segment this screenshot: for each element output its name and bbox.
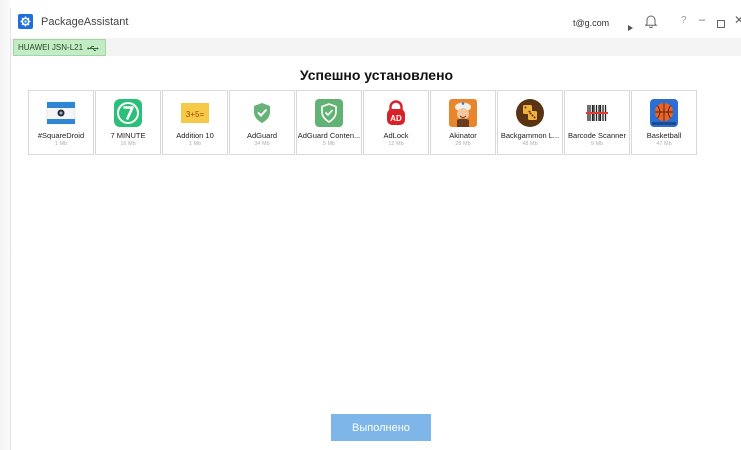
app-name: Barcode Scanner — [568, 131, 626, 140]
genie-icon — [448, 98, 478, 128]
app-name: Basketball — [646, 131, 682, 140]
gear-icon — [18, 14, 33, 29]
title-bar: PackageAssistant t@g.com ? – ✕ — [11, 8, 741, 38]
squaredroid-icon — [46, 98, 76, 128]
app-tile-akinator[interactable]: Akinator 28 Mb — [430, 90, 496, 155]
app-size: 47 Mb — [656, 141, 672, 147]
app-tile-addition-10[interactable]: 3+5= Addition 10 1 Mb — [162, 90, 228, 155]
app-name: AdLock — [383, 131, 409, 140]
app-tile-adlock[interactable]: AD AdLock 12 Mb — [363, 90, 429, 155]
app-name: AdGuard — [246, 131, 278, 140]
minimize-icon[interactable]: – — [699, 14, 705, 26]
device-name: HUAWEI JSN-L21 — [18, 43, 84, 52]
app-name: Backgammon L... — [500, 131, 560, 140]
app-name: 7 MINUTE — [110, 131, 146, 140]
app-tile-barcode-scanner[interactable]: Barcode Scanner 9 Mb — [564, 90, 630, 155]
bell-icon[interactable] — [644, 14, 658, 33]
padlock-icon: AD — [381, 98, 411, 128]
app-tile-adguard-content[interactable]: AdGuard Conten... 5 Mb — [296, 90, 362, 155]
app-name: #SquareDroid — [37, 131, 85, 140]
app-size: 16 Mb — [120, 141, 136, 147]
app-size: 28 Mb — [455, 141, 471, 147]
device-bar: HUAWEI JSN-L21 — [11, 38, 741, 56]
app-tile-basketball[interactable]: Basketball 47 Mb — [631, 90, 697, 155]
app-name: Akinator — [449, 131, 477, 140]
svg-text:AD: AD — [390, 114, 402, 123]
app-window: PackageAssistant t@g.com ? – ✕ HUAWEI JS… — [10, 8, 741, 450]
app-size: 12 Mb — [388, 141, 404, 147]
done-button[interactable]: Выполнено — [331, 414, 431, 441]
barcode-icon — [582, 98, 612, 128]
device-chip[interactable]: HUAWEI JSN-L21 — [13, 39, 107, 57]
app-tile-7-minute[interactable]: 7 MINUTE 16 Mb — [95, 90, 161, 155]
basketball-icon — [649, 98, 679, 128]
app-size: 1 Mb — [54, 141, 68, 147]
dice-icon — [515, 98, 545, 128]
dropdown-triangle-icon[interactable] — [628, 18, 633, 36]
app-size: 5 Mb — [322, 141, 336, 147]
app-tile-backgammon[interactable]: Backgammon L... 48 Mb — [497, 90, 563, 155]
shield-outline-icon — [314, 98, 344, 128]
seven-minute-icon — [113, 98, 143, 128]
app-title: PackageAssistant — [41, 16, 129, 28]
app-name: Addition 10 — [176, 131, 214, 140]
help-icon[interactable]: ? — [681, 15, 687, 26]
usb-icon — [87, 39, 99, 57]
svg-text:3+5=: 3+5= — [186, 110, 205, 119]
window-shadow — [0, 0, 10, 450]
app-grid: #SquareDroid 1 Mb 7 MINUTE 16 Mb 3+5= Ad… — [28, 90, 697, 155]
app-name: AdGuard Conten... — [297, 131, 361, 140]
close-icon[interactable]: ✕ — [734, 13, 741, 27]
page-title: Успешно установлено — [299, 67, 454, 83]
account-email[interactable]: t@g.com — [573, 18, 609, 28]
maximize-icon[interactable] — [717, 15, 725, 33]
app-size: 34 Mb — [254, 141, 270, 147]
app-size: 48 Mb — [522, 141, 538, 147]
app-size: 1 Mb — [188, 141, 202, 147]
app-size: 9 Mb — [590, 141, 604, 147]
shield-icon — [247, 98, 277, 128]
app-tile-squaredroid[interactable]: #SquareDroid 1 Mb — [28, 90, 94, 155]
addition-icon: 3+5= — [180, 98, 210, 128]
app-tile-adguard[interactable]: AdGuard 34 Mb — [229, 90, 295, 155]
